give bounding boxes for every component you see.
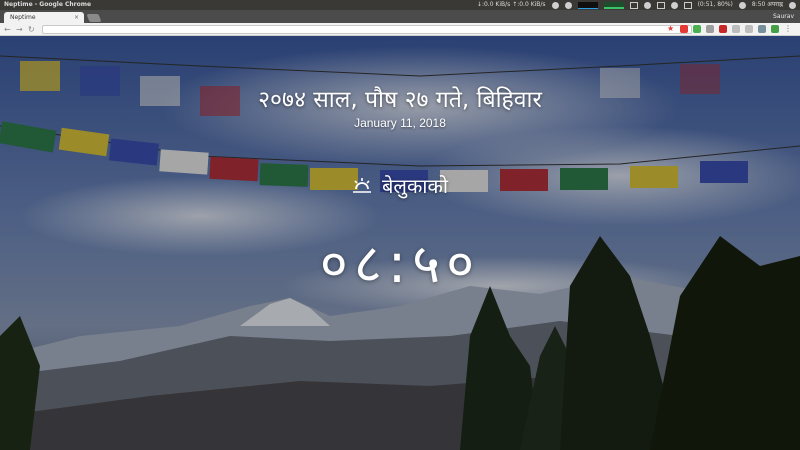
neptime-page: २०७४ साल, पौष २७ गते, बिहिवार January 11… (0, 36, 800, 450)
cpu-graph-icon[interactable] (577, 1, 598, 9)
browser-toolbar: ← → ↻ ★ ⋮ (0, 23, 800, 36)
time-of-day-label: बेलुकाको (381, 174, 449, 198)
system-clock[interactable]: 8:50 अपराह्न (752, 0, 783, 10)
extension-icon-8[interactable] (771, 25, 779, 33)
network-graph-icon[interactable] (603, 1, 624, 9)
battery-status[interactable]: (0:51, 80%) (698, 0, 733, 10)
menu-icon[interactable]: ⋮ (784, 25, 792, 33)
bluetooth-icon[interactable] (670, 1, 678, 9)
sync-icon[interactable] (564, 1, 572, 9)
profile-name[interactable]: Saurav (773, 10, 794, 23)
back-icon[interactable]: ← (4, 23, 11, 36)
os-indicators: ↓:0.0 KiB/s ↑:0.0 KiB/s (0:51, 80%) 8:50… (477, 0, 796, 10)
tab-neptime[interactable]: Neptime × (4, 12, 84, 23)
volume-icon[interactable] (738, 1, 746, 9)
extension-icon-1[interactable] (680, 25, 688, 33)
time-of-day: बेलुकाको (0, 172, 800, 200)
tab-strip: Neptime × Saurav (0, 10, 800, 23)
extension-icon-5[interactable] (732, 25, 740, 33)
extension-icons: ★ ⋮ (667, 25, 792, 33)
sunset-icon (352, 176, 372, 200)
keyboard-layout-icon[interactable] (629, 1, 638, 9)
extension-icon-3[interactable] (706, 25, 714, 33)
battery-icon[interactable] (683, 1, 692, 9)
tab-close-icon[interactable]: × (74, 12, 79, 23)
nepali-clock: ०८:५० (319, 232, 481, 295)
tab-title: Neptime (10, 14, 36, 21)
wifi-icon[interactable] (643, 1, 651, 9)
new-tab-button[interactable] (86, 14, 102, 22)
address-bar[interactable] (42, 25, 692, 34)
window-title: Neptime - Google Chrome (4, 1, 92, 8)
extension-icon-4[interactable] (719, 25, 727, 33)
os-top-panel: Neptime - Google Chrome ↓:0.0 KiB/s ↑:0.… (0, 0, 800, 10)
dropbox-icon[interactable] (551, 1, 559, 9)
language-icon[interactable] (656, 1, 665, 9)
forward-icon[interactable]: → (16, 23, 23, 36)
neptime-content: २०७४ साल, पौष २७ गते, बिहिवार January 11… (0, 36, 800, 450)
extension-icon-6[interactable] (745, 25, 753, 33)
reload-icon[interactable]: ↻ (28, 23, 35, 36)
extension-icon-2[interactable] (693, 25, 701, 33)
network-speed: ↓:0.0 KiB/s ↑:0.0 KiB/s (476, 1, 546, 8)
english-date: January 11, 2018 (354, 116, 446, 130)
nepali-date: २०७४ साल, पौष २७ गते, बिहिवार (258, 87, 542, 113)
power-icon[interactable] (789, 1, 796, 9)
extension-icon-7[interactable] (758, 25, 766, 33)
bookmark-star-icon[interactable]: ★ (667, 25, 675, 33)
